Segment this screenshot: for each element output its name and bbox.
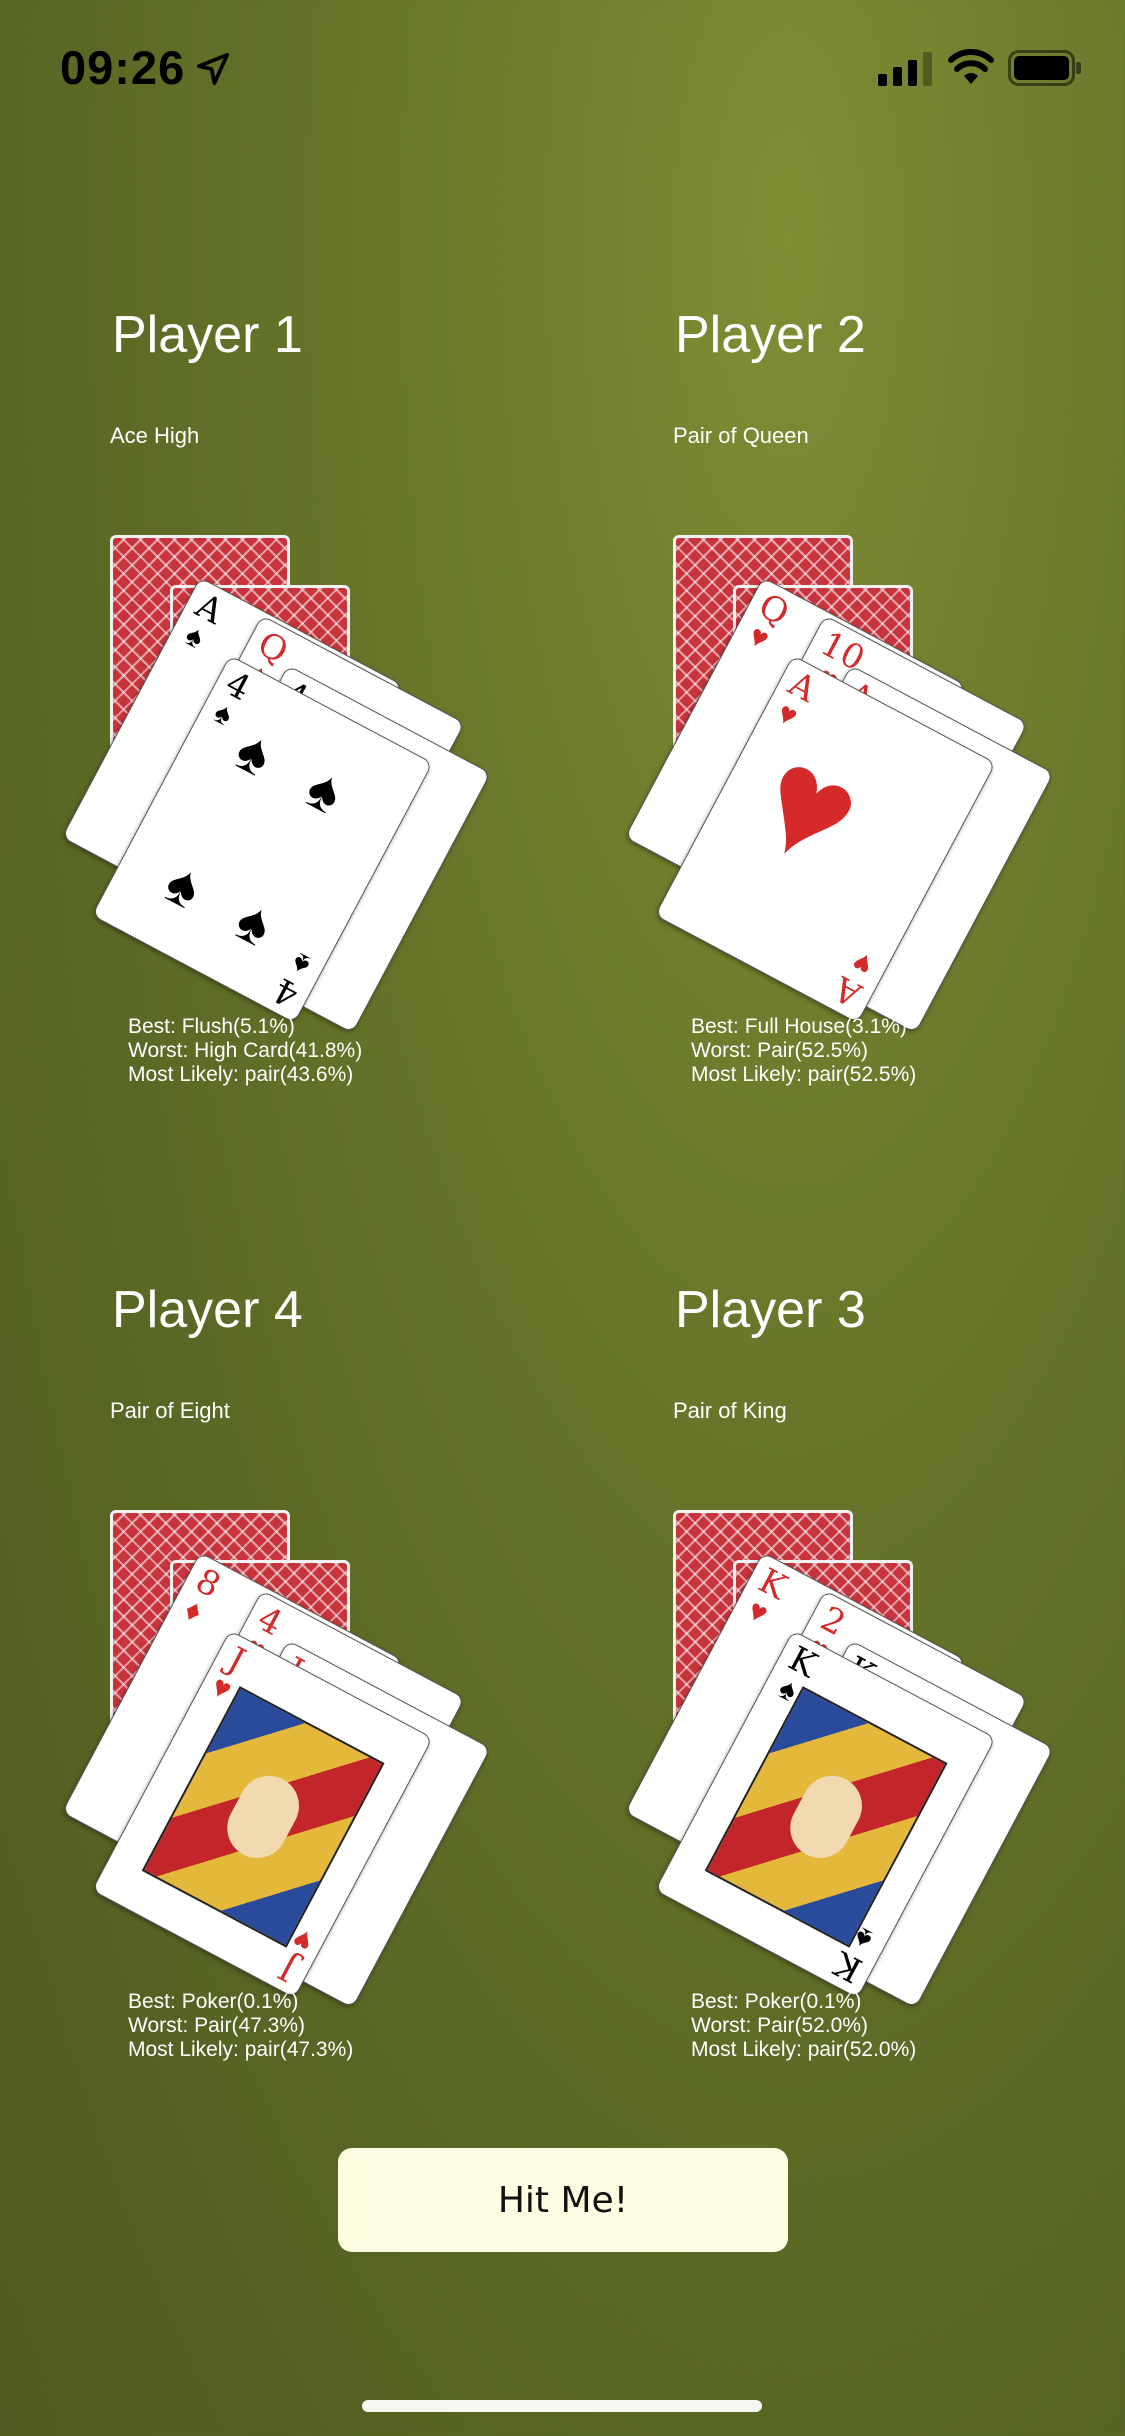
- odds-stats: Best: Poker(0.1%) Worst: Pair(52.0%) Mos…: [691, 1990, 916, 2062]
- most-likely-odds: Most Likely: pair(52.5%): [691, 1063, 917, 1086]
- player-panel-1: Player 1 Ace High A♠Q♦4♠4♠♠♠♠♠4♠ Best: F…: [61, 305, 580, 1125]
- best-odds: Best: Full House(3.1%): [691, 1015, 907, 1038]
- hit-me-button[interactable]: Hit Me!: [338, 2148, 788, 2252]
- player-name: Player 2: [675, 306, 866, 364]
- card-suit-symbol: ♠: [179, 618, 210, 656]
- hand-rank-label: Pair of Eight: [110, 1398, 230, 1423]
- hand-rank-label: Pair of King: [673, 1398, 787, 1423]
- worst-odds: Worst: Pair(52.5%): [691, 1039, 868, 1062]
- hand-rank-label: Pair of Queen: [673, 423, 809, 448]
- wifi-icon: [948, 49, 994, 84]
- card-center-pip: ♥: [730, 711, 889, 902]
- player-name: Player 1: [112, 306, 303, 364]
- player-panel-2: Player 2 Pair of Queen Q♥10♥A♥A♥♥A♥ Best…: [624, 305, 1125, 1125]
- most-likely-odds: Most Likely: pair(47.3%): [128, 2038, 354, 2061]
- card-suit-symbol: ♥: [742, 1593, 774, 1631]
- card-suit-symbol: ♦: [178, 1593, 208, 1630]
- card-hand: K♥2♥K♠K♠K♠: [624, 1510, 1055, 2009]
- worst-odds: Worst: Pair(47.3%): [128, 2014, 305, 2037]
- best-odds: Best: Flush(5.1%): [128, 1015, 295, 1038]
- home-indicator[interactable]: [362, 2400, 762, 2412]
- best-odds: Best: Poker(0.1%): [128, 1990, 299, 2013]
- player-name: Player 4: [112, 1281, 303, 1339]
- most-likely-odds: Most Likely: pair(43.6%): [128, 1063, 354, 1086]
- card-pip: ♠: [295, 754, 354, 827]
- status-bar: 09:26: [0, 0, 1125, 140]
- player-panel-3: Player 3 Pair of King K♥2♥K♠K♠K♠ Best: P…: [624, 1280, 1125, 2100]
- card-hand: Q♥10♥A♥A♥♥A♥: [624, 535, 1055, 1034]
- best-odds: Best: Poker(0.1%): [691, 1990, 862, 2013]
- card-pip: ♠: [225, 717, 283, 790]
- cellular-signal-icon: [878, 52, 932, 86]
- most-likely-odds: Most Likely: pair(52.0%): [691, 2038, 917, 2061]
- card-hand: 8♦4♥J♥J♥J♥: [61, 1510, 492, 2009]
- player-name: Player 3: [675, 1281, 866, 1339]
- odds-stats: Best: Flush(5.1%) Worst: High Card(41.8%…: [128, 1015, 362, 1087]
- card-pip: ♠: [154, 849, 213, 922]
- worst-odds: Worst: High Card(41.8%): [128, 1039, 363, 1062]
- location-arrow-icon: [196, 52, 230, 86]
- card-pip: ♠: [225, 887, 284, 960]
- hand-rank-label: Ace High: [110, 423, 200, 448]
- worst-odds: Worst: Pair(52.0%): [691, 2014, 868, 2037]
- battery-icon: [1008, 50, 1081, 86]
- player-panel-4: Player 4 Pair of Eight 8♦4♥J♥J♥J♥ Best: …: [61, 1280, 580, 2100]
- odds-stats: Best: Full House(3.1%) Worst: Pair(52.5%…: [691, 1015, 916, 1087]
- status-time: 09:26: [60, 41, 186, 94]
- card-hand: A♠Q♦4♠4♠♠♠♠♠4♠: [61, 535, 492, 1034]
- odds-stats: Best: Poker(0.1%) Worst: Pair(47.3%) Mos…: [128, 1990, 353, 2062]
